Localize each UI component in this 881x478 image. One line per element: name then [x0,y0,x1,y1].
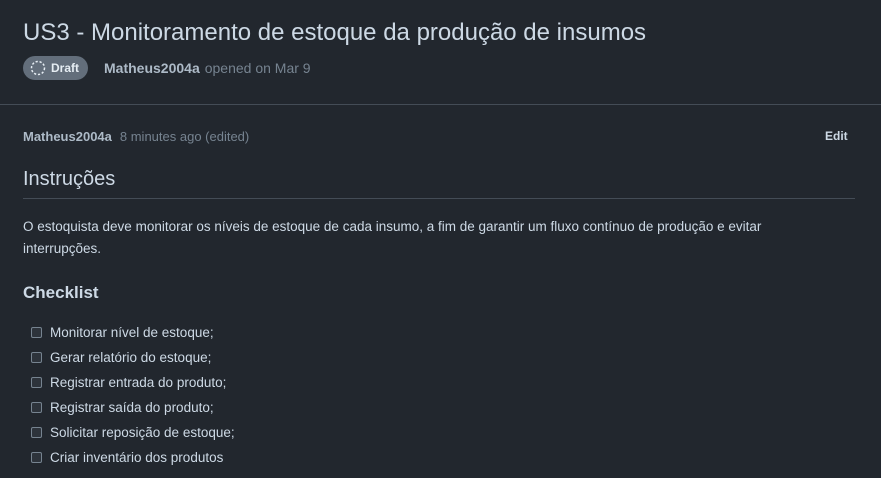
draft-circle-icon [30,60,46,76]
heading-divider [23,198,855,199]
checklist-checkbox[interactable] [31,452,42,463]
checklist-item: Registrar saída do produto; [31,395,235,420]
checklist-checkbox[interactable] [31,427,42,438]
issue-author-link[interactable]: Matheus2004a [104,60,200,76]
checklist-heading: Checklist [23,283,99,302]
comment-header: Matheus2004a 8 minutes ago (edited) [23,129,249,144]
draft-status-label: Draft [51,61,80,75]
comment-author-link[interactable]: Matheus2004a [23,129,112,144]
checklist-checkbox[interactable] [31,327,42,338]
issue-header: US3 - Monitoramento de estoque da produç… [0,0,881,105]
issue-meta: Draft Matheus2004a opened on Mar 9 [23,56,311,80]
checklist-item-label: Solicitar reposição de estoque; [50,425,235,440]
checklist-item-label: Registrar entrada do produto; [50,375,227,390]
checklist-checkbox[interactable] [31,352,42,363]
checklist-item-label: Gerar relatório do estoque; [50,350,212,365]
checklist-item: Criar inventário dos produtos [31,445,235,470]
checklist-item: Monitorar nível de estoque; [31,320,235,345]
issue-comment: Matheus2004a 8 minutes ago (edited) Edit… [0,105,881,478]
checklist-item: Gerar relatório do estoque; [31,345,235,370]
checklist-item-label: Criar inventário dos produtos [50,450,224,465]
instructions-paragraph: O estoquista deve monitorar os níveis de… [23,219,762,256]
opened-date-text: opened on Mar 9 [204,60,311,76]
edit-button[interactable]: Edit [825,129,848,143]
issue-title: US3 - Monitoramento de estoque da produç… [23,19,647,46]
comment-timestamp[interactable]: 8 minutes ago (edited) [120,129,249,144]
checklist-checkbox[interactable] [31,402,42,413]
checklist-item-label: Monitorar nível de estoque; [50,325,214,340]
checklist-checkbox[interactable] [31,377,42,388]
checklist-item-label: Registrar saída do produto; [50,400,214,415]
checklist: Monitorar nível de estoque; Gerar relató… [31,320,235,470]
draft-status-badge: Draft [23,56,89,80]
checklist-item: Registrar entrada do produto; [31,370,235,395]
checklist-item: Solicitar reposição de estoque; [31,420,235,445]
instructions-heading: Instruções [23,168,116,190]
